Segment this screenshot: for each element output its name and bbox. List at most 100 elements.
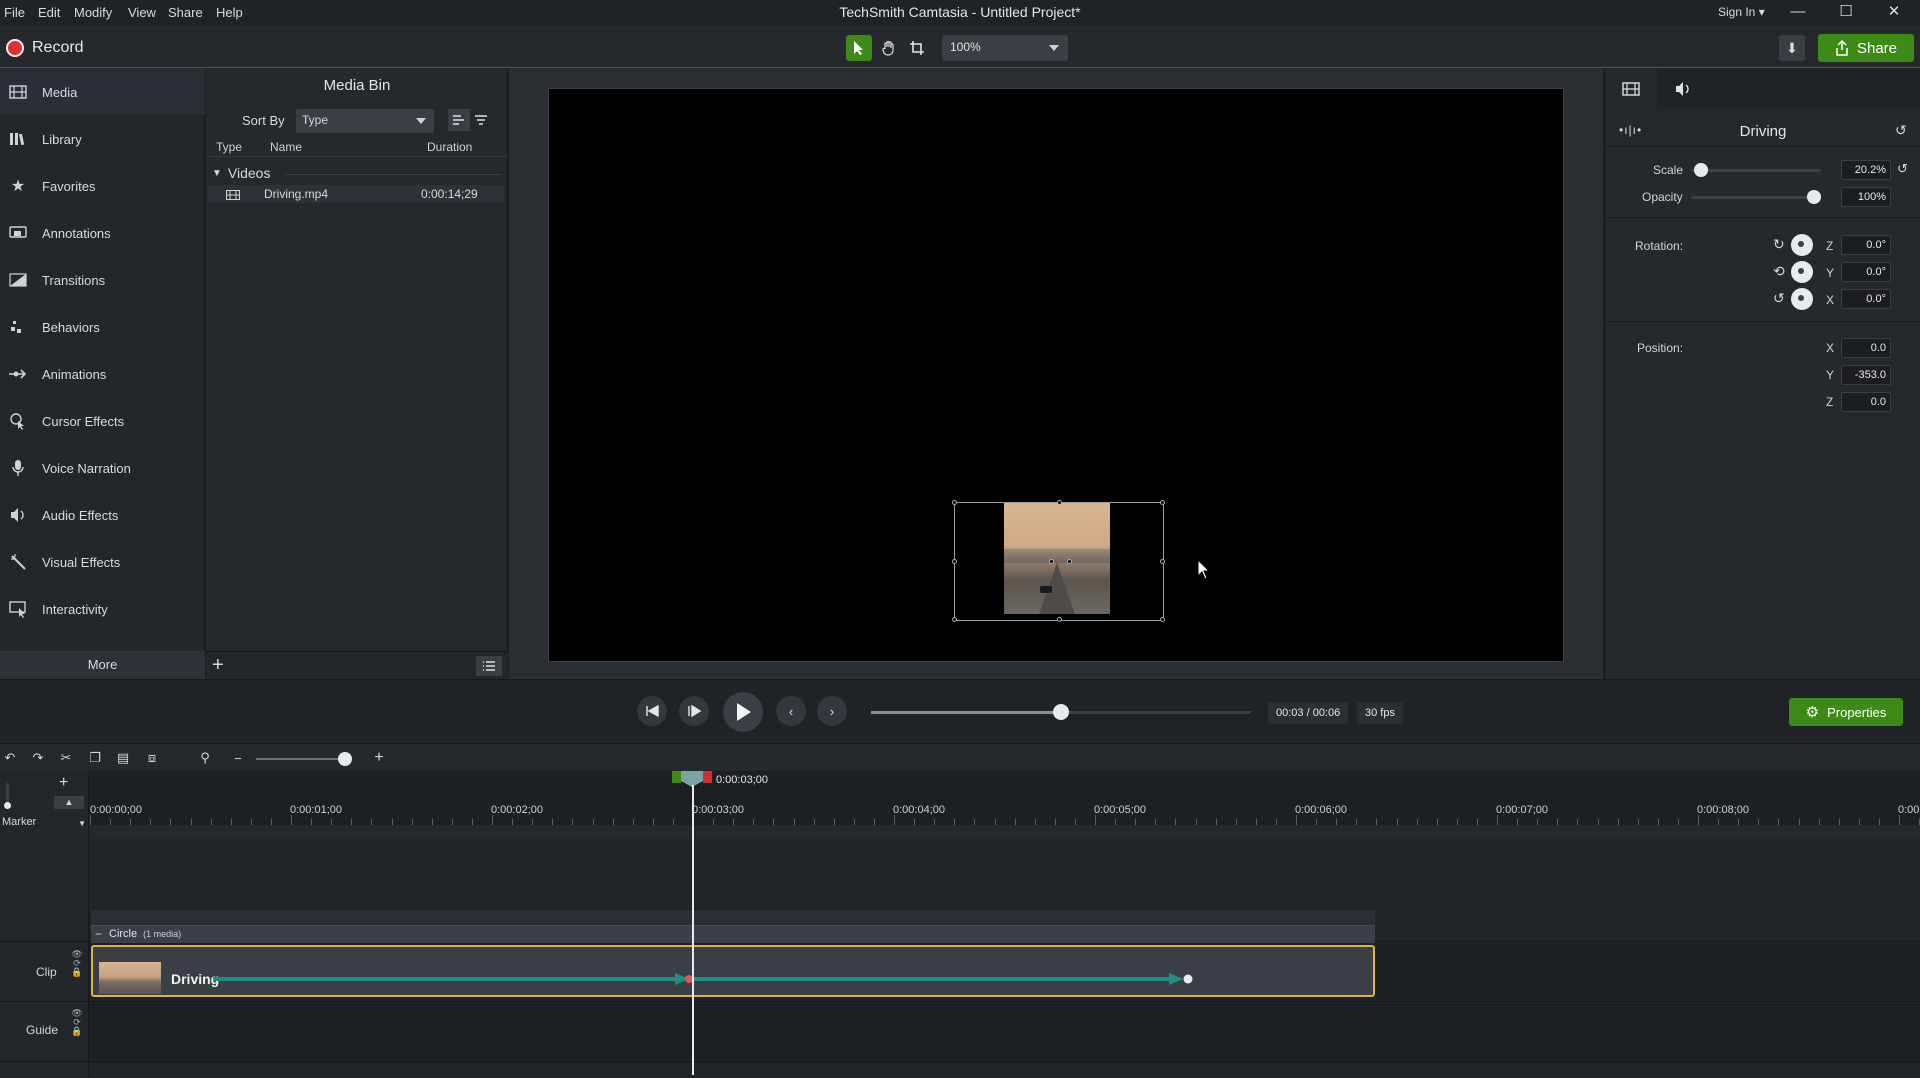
sort-order-icon[interactable]: [470, 109, 492, 131]
redo-icon[interactable]: ↷: [29, 749, 47, 767]
resize-handle[interactable]: [952, 617, 957, 622]
reset-icon[interactable]: ↺: [1895, 122, 1907, 139]
minimize-icon[interactable]: —: [1786, 2, 1810, 22]
previous-marker-icon[interactable]: ‹: [776, 696, 806, 726]
resize-handle[interactable]: [1057, 500, 1062, 505]
step-forward-icon[interactable]: [679, 696, 709, 726]
add-track-icon[interactable]: +: [59, 774, 68, 792]
share-button[interactable]: Share: [1818, 34, 1914, 62]
tab-audio-properties[interactable]: [1657, 69, 1709, 109]
list-view-icon[interactable]: [476, 656, 502, 676]
sort-select[interactable]: Type: [296, 109, 434, 133]
split-icon[interactable]: ⧈: [143, 749, 161, 767]
sidebar-item-library[interactable]: Library: [0, 116, 205, 162]
rotation-z-field[interactable]: 0.0°: [1841, 235, 1891, 255]
play-button[interactable]: [723, 692, 763, 732]
scale-field[interactable]: 20.2%: [1841, 160, 1891, 180]
tab-visual-properties[interactable]: [1605, 69, 1657, 109]
opacity-field[interactable]: 100%: [1841, 187, 1891, 207]
zoom-select[interactable]: 100%: [942, 35, 1068, 61]
sidebar-item-audio-effects[interactable]: Audio Effects: [0, 492, 205, 538]
more-button[interactable]: More: [0, 651, 205, 679]
collapse-icon[interactable]: ▲: [54, 796, 84, 809]
sign-in-button[interactable]: Sign In ▾: [1718, 5, 1765, 19]
record-button[interactable]: Record: [6, 37, 84, 59]
media-file-row[interactable]: Driving.mp4 0:00:14;29: [208, 185, 504, 203]
position-x-field[interactable]: 0.0: [1841, 338, 1891, 358]
crop-tool-icon[interactable]: [904, 35, 930, 61]
rotate-handle[interactable]: [1067, 559, 1072, 564]
rotation-x-field[interactable]: 0.0°: [1841, 289, 1891, 309]
add-media-icon[interactable]: +: [212, 654, 224, 677]
resize-handle[interactable]: [1057, 617, 1062, 622]
canvas-area: [509, 69, 1603, 679]
sidebar-item-transitions[interactable]: Transitions: [0, 257, 205, 303]
preview-canvas[interactable]: [548, 88, 1564, 662]
column-type[interactable]: Type: [216, 140, 242, 154]
scrub-knob[interactable]: [1053, 704, 1069, 720]
media-clip[interactable]: Driving: [91, 945, 1375, 997]
sidebar-item-behaviors[interactable]: Behaviors: [0, 304, 205, 350]
rotation-y-dial[interactable]: [1791, 261, 1813, 283]
rotate-handle[interactable]: [1049, 559, 1054, 564]
resize-handle[interactable]: [1160, 559, 1165, 564]
pan-tool-icon[interactable]: [876, 35, 902, 61]
zoom-out-icon[interactable]: −: [229, 749, 247, 767]
selected-media-frame[interactable]: [952, 500, 1165, 622]
details-view-icon[interactable]: [448, 109, 470, 131]
close-icon[interactable]: ✕: [1882, 2, 1906, 22]
resize-handle[interactable]: [1160, 617, 1165, 622]
next-marker-icon[interactable]: ›: [817, 696, 847, 726]
cut-icon[interactable]: ✂: [57, 749, 75, 767]
sidebar-item-voice-narration[interactable]: Voice Narration: [0, 445, 205, 491]
sidebar-item-favorites[interactable]: ★ Favorites: [0, 163, 205, 209]
track-label-clip[interactable]: Clip: [36, 965, 57, 979]
track-height-knob[interactable]: [4, 802, 11, 809]
sidebar-item-annotations[interactable]: Annotations: [0, 210, 205, 256]
zoom-icon[interactable]: ⚲: [196, 749, 214, 767]
collapse-group-icon[interactable]: −: [95, 927, 102, 941]
sidebar-item-animations[interactable]: Animations: [0, 351, 205, 397]
track-controls[interactable]: 👁 ⟳ 🔒: [70, 950, 84, 977]
marker-select[interactable]: Marker ▼: [0, 816, 89, 832]
group-header[interactable]: − Circle (1 media): [91, 925, 1375, 943]
rotation-x-dial[interactable]: [1791, 288, 1813, 310]
column-duration[interactable]: Duration: [427, 140, 472, 154]
zoom-in-icon[interactable]: +: [370, 749, 388, 767]
track-label-guide[interactable]: Guide: [26, 1023, 58, 1037]
undo-icon[interactable]: ↶: [1, 749, 19, 767]
timeline-zoom-track[interactable]: [256, 758, 348, 760]
rotation-y-field[interactable]: 0.0°: [1841, 262, 1891, 282]
marker-track[interactable]: [90, 825, 1920, 839]
select-tool-icon[interactable]: [846, 35, 872, 61]
paste-icon[interactable]: ▤: [114, 749, 132, 767]
timeline-ruler[interactable]: 0:00:00;00 0:00:01;00 0:00:02;00 0:00:03…: [90, 771, 1920, 825]
step-back-icon[interactable]: [637, 696, 667, 726]
sidebar-item-visual-effects[interactable]: Visual Effects: [0, 539, 205, 585]
resize-handle[interactable]: [1160, 500, 1165, 505]
resize-handle[interactable]: [952, 559, 957, 564]
column-name[interactable]: Name: [270, 140, 302, 154]
copy-icon[interactable]: ❐: [86, 749, 104, 767]
playhead-line[interactable]: [692, 785, 694, 1075]
sidebar-item-interactivity[interactable]: Interactivity: [0, 586, 205, 632]
scale-slider-knob[interactable]: [1694, 163, 1709, 177]
scale-slider-track[interactable]: [1691, 169, 1821, 172]
timeline-zoom-knob[interactable]: [338, 752, 352, 766]
videos-group-header[interactable]: ▼ Videos: [212, 165, 270, 181]
sidebar-item-media[interactable]: Media: [0, 69, 205, 115]
fps-display[interactable]: 30 fps: [1357, 702, 1403, 724]
animation-arrow[interactable]: [213, 973, 1343, 985]
opacity-slider-knob[interactable]: [1807, 190, 1821, 204]
opacity-slider-track[interactable]: [1691, 196, 1821, 199]
resize-handle[interactable]: [952, 500, 957, 505]
properties-button[interactable]: ⚙ Properties: [1789, 698, 1903, 726]
track-controls[interactable]: 👁 ⟳ 🔒: [70, 1009, 84, 1036]
position-z-field[interactable]: 0.0: [1841, 392, 1891, 412]
rotation-z-dial[interactable]: [1791, 234, 1813, 256]
reset-icon[interactable]: ↺: [1897, 161, 1908, 177]
position-y-field[interactable]: -353.0: [1841, 365, 1891, 385]
maximize-icon[interactable]: ☐: [1834, 2, 1858, 22]
download-button[interactable]: ⬇: [1779, 35, 1805, 61]
sidebar-item-cursor-effects[interactable]: Cursor Effects: [0, 398, 205, 444]
